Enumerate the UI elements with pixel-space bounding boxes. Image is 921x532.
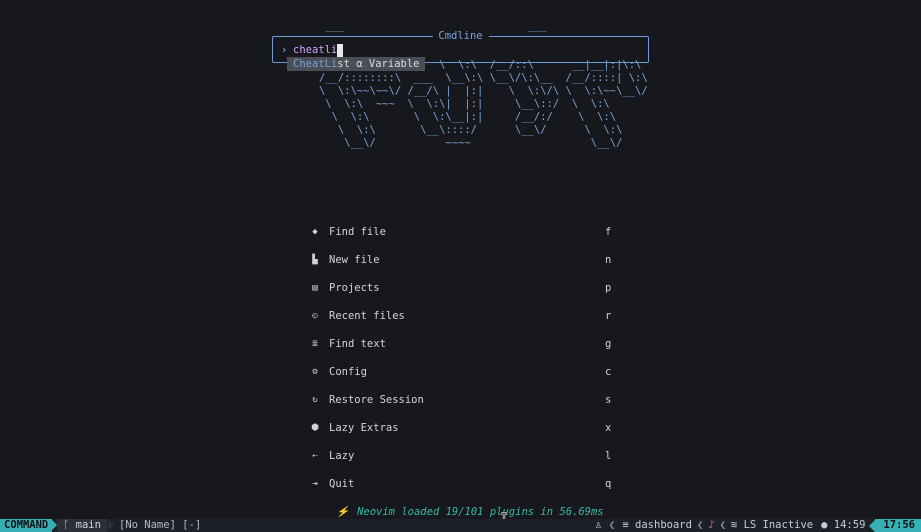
neovim-window: ___ ___ _____\__\:\ \ \:\ /__/::\ __|__|… — [0, 0, 921, 532]
git-branch-icon: ᚴ — [63, 519, 70, 531]
separator-icon: ❮ — [719, 519, 726, 531]
file-search-icon: ◆ — [312, 227, 318, 237]
lsp-status-label: LS Inactive — [743, 519, 814, 531]
menu-item-label: Find text — [329, 338, 386, 350]
ascii-art-line: \ \:\~~\~~\/ /__/\ | |:| \ \:\/\ \ \:\~~… — [300, 85, 648, 97]
statusline-right: ♙ ❮ ≡ dashboard ❮ ♪ ❮ ≋ LS Inactive ● 14… — [591, 519, 921, 532]
menu-item-shortcut: f — [605, 226, 612, 238]
menu-item-label: Projects — [329, 282, 380, 294]
clock-label: 14:59 — [833, 519, 866, 531]
menu-item-shortcut: x — [605, 422, 612, 434]
menu-item-shortcut: c — [605, 366, 612, 378]
menu-item-shortcut: r — [605, 310, 612, 322]
bell-icon: ♪ — [708, 519, 715, 531]
gear-icon: ≋ — [730, 519, 738, 531]
projects-icon: ▤ — [312, 283, 318, 293]
pawn-icon: ♙ — [595, 519, 602, 531]
restore-session-icon: ↻ — [312, 395, 318, 405]
cmdline-prompt-icon: › — [281, 44, 288, 56]
lsp-status[interactable]: ≋ LS Inactive — [727, 519, 817, 532]
menu-item-label: Quit — [329, 478, 355, 490]
startup-text: Neovim loaded 19/101 plugins in 56.69ms — [357, 506, 604, 518]
menu-item-find-text[interactable]: ≣ Find text g — [309, 336, 614, 352]
menu-item-shortcut: q — [605, 478, 612, 490]
ascii-art-line: /__/::::::::\ ___ \__\:\ \__\/\:\__ /__/… — [300, 72, 648, 84]
menu-item-label: Config — [329, 366, 367, 378]
menu-item-lazy[interactable]: ⇠ Lazy l — [309, 448, 614, 464]
menu-item-label: Lazy Extras — [329, 422, 399, 434]
filetype-label: dashboard — [635, 519, 692, 531]
menu-item-shortcut: l — [605, 450, 612, 462]
lazy-icon: ⇠ — [312, 451, 318, 461]
lightning-icon: ⚡ — [336, 506, 350, 518]
menu-item-config[interactable]: ⚙ Config c — [309, 364, 614, 380]
menu-item-recent-files[interactable]: ◵ Recent files r — [309, 308, 614, 324]
git-branch[interactable]: ᚴ main — [57, 519, 107, 532]
separator-icon: ❮ — [696, 519, 704, 531]
find-text-icon: ≣ — [312, 339, 318, 349]
menu-item-shortcut: n — [605, 254, 612, 266]
completion-kind: Variable — [368, 58, 420, 70]
git-branch-name: main — [75, 519, 101, 531]
ascii-art-line: \ \:\ \__\::::/ \__\/ \ \:\ — [300, 124, 623, 136]
dashboard-icon: ≡ — [622, 519, 629, 531]
clock-icon: ● — [821, 519, 828, 531]
separator-icon: ❮ — [608, 519, 616, 531]
filetype: ♙ ❮ ≡ dashboard — [591, 519, 696, 532]
ascii-art-line: ___ ___ — [300, 20, 547, 32]
text-cursor — [337, 44, 344, 57]
mode-indicator: COMMAND — [0, 519, 53, 532]
lazy-extras-icon: ⬢ — [311, 423, 319, 433]
ascii-art-line: \ \:\ \ \:\__|:| /__/:/ \ \:\ — [300, 111, 617, 123]
recent-files-icon: ◵ — [312, 311, 318, 321]
menu-item-shortcut: s — [605, 394, 612, 406]
menu-item-lazy-extras[interactable]: ⬢ Lazy Extras x — [309, 420, 614, 436]
cmdline-title: Cmdline — [432, 29, 489, 43]
startup-message: ⚡ Neovim loaded 19/101 plugins in 56.69ms — [336, 505, 604, 519]
completion-item[interactable]: CheatList α Variable — [287, 57, 426, 71]
menu-item-restore-session[interactable]: ↻ Restore Session s — [309, 392, 614, 408]
quit-icon: ⇥ — [312, 479, 318, 489]
menu-item-label: Find file — [329, 226, 386, 238]
config-icon: ⚙ — [312, 367, 318, 377]
menu-item-find-file[interactable]: ◆ Find file f — [309, 224, 614, 240]
statusline: COMMAND ᚴ main [No Name] [-] ♙ ❮ ≡ dashb… — [0, 519, 921, 532]
new-file-icon: ▙ — [312, 255, 318, 265]
clock: ● 14:59 — [817, 519, 869, 532]
menu-item-shortcut: g — [605, 338, 612, 350]
completion-rest: st — [337, 58, 350, 70]
menu-item-label: Lazy — [329, 450, 355, 462]
ascii-art-line: \__\/ ~~~~ \__\/ — [300, 137, 623, 149]
menu-item-label: New file — [329, 254, 380, 266]
completion-match: CheatLi — [293, 58, 338, 70]
variable-kind-icon: α — [356, 58, 363, 70]
menu-item-label: Restore Session — [329, 394, 424, 406]
file-name: [No Name] [-] — [119, 519, 202, 531]
cmdline-input[interactable]: cheatli — [293, 44, 344, 57]
menu-item-label: Recent files — [329, 310, 405, 322]
menu-item-quit[interactable]: ⇥ Quit q — [309, 476, 614, 492]
current-time: 17:56 — [875, 519, 921, 532]
ascii-art-line: \ \:\ ~~~ \ \:\| |:| \__\::/ \ \:\ — [300, 98, 610, 110]
menu-item-new-file[interactable]: ▙ New file n — [309, 252, 614, 268]
cmdline-input-text: cheatli — [293, 44, 338, 56]
menu-item-projects[interactable]: ▤ Projects p — [309, 280, 614, 296]
branch-separator — [108, 519, 114, 531]
menu-item-shortcut: p — [605, 282, 612, 294]
